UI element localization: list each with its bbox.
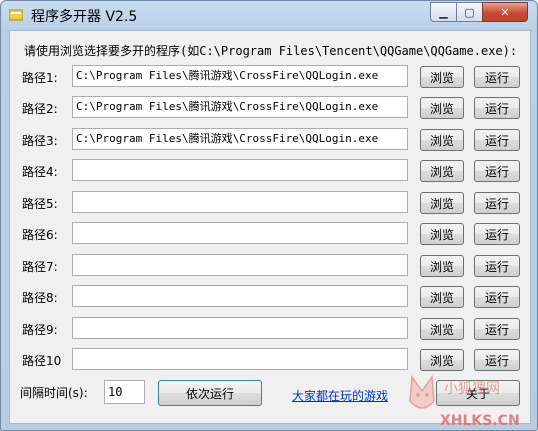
client-area: 请使用浏览选择要多开的程序(如C:\Program Files\Tencent\… — [9, 30, 531, 429]
run-button[interactable]: 运行 — [474, 286, 520, 308]
run-button[interactable]: 运行 — [474, 349, 520, 371]
app-window: 程序多开器 V2.5 ▁ ▢ ✕ 请使用浏览选择要多开的程序(如C:\Progr… — [0, 0, 538, 431]
path-input[interactable] — [72, 317, 408, 339]
path-row: 路径2: C:\Program Files\腾讯游戏\CrossFire\QQLo… — [10, 95, 530, 121]
run-button[interactable]: 运行 — [474, 223, 520, 245]
path-label: 路径2: — [22, 102, 58, 116]
path-label: 路径4: — [22, 165, 58, 179]
title-bar[interactable]: 程序多开器 V2.5 ▁ ▢ ✕ — [1, 1, 537, 30]
path-label: 路径8: — [22, 291, 58, 305]
path-row: 路径6: 浏览 运行 — [10, 221, 530, 247]
path-input[interactable] — [72, 191, 408, 213]
close-button[interactable]: ✕ — [482, 2, 528, 22]
maximize-button[interactable]: ▢ — [456, 2, 483, 22]
interval-label: 间隔时间(s): — [20, 386, 88, 400]
browse-button[interactable]: 浏览 — [420, 223, 464, 245]
instruction-text: 请使用浏览选择要多开的程序(如C:\Program Files\Tencent\… — [24, 44, 518, 58]
browse-button[interactable]: 浏览 — [420, 129, 464, 151]
app-icon — [9, 9, 23, 21]
path-input[interactable] — [72, 285, 408, 307]
path-label: 路径5: — [22, 197, 58, 211]
browse-button[interactable]: 浏览 — [420, 255, 464, 277]
run-button[interactable]: 运行 — [474, 97, 520, 119]
browse-button[interactable]: 浏览 — [420, 66, 464, 88]
browse-button[interactable]: 浏览 — [420, 318, 464, 340]
path-input[interactable] — [72, 159, 408, 181]
minimize-button[interactable]: ▁ — [430, 2, 457, 22]
run-button[interactable]: 运行 — [474, 192, 520, 214]
path-label: 路径6: — [22, 228, 58, 242]
path-label: 路径7: — [22, 260, 58, 274]
run-button[interactable]: 运行 — [474, 160, 520, 182]
about-button[interactable]: 关于 — [436, 380, 520, 406]
path-label: 路径9: — [22, 323, 58, 337]
path-row: 路径3: C:\Program Files\腾讯游戏\CrossFire\QQLo… — [10, 127, 530, 153]
run-button[interactable]: 运行 — [474, 129, 520, 151]
path-input[interactable] — [72, 254, 408, 276]
window-title: 程序多开器 V2.5 — [31, 9, 138, 25]
path-label: 路径1: — [22, 71, 58, 85]
path-row: 路径9: 浏览 运行 — [10, 316, 530, 342]
browse-button[interactable]: 浏览 — [420, 97, 464, 119]
path-label: 路径3: — [22, 134, 58, 148]
path-label: 路径10 — [22, 354, 62, 368]
path-row: 路径10 浏览 运行 — [10, 347, 530, 373]
path-input[interactable] — [72, 222, 408, 244]
path-row: 路径5: 浏览 运行 — [10, 190, 530, 216]
path-row: 路径1: C:\Program Files\腾讯游戏\CrossFire\QQLo… — [10, 64, 530, 90]
run-button[interactable]: 运行 — [474, 255, 520, 277]
browse-button[interactable]: 浏览 — [420, 192, 464, 214]
browse-button[interactable]: 浏览 — [420, 286, 464, 308]
popular-games-link[interactable]: 大家都在玩的游戏 — [292, 387, 388, 404]
path-row: 路径7: 浏览 运行 — [10, 253, 530, 279]
browse-button[interactable]: 浏览 — [420, 349, 464, 371]
sequential-run-button[interactable]: 依次运行 — [158, 380, 262, 406]
watermark-text: XHLKS.CN — [440, 413, 520, 429]
browse-button[interactable]: 浏览 — [420, 160, 464, 182]
run-button[interactable]: 运行 — [474, 318, 520, 340]
path-input[interactable]: C:\Program Files\腾讯游戏\CrossFire\QQLogin.… — [72, 96, 408, 118]
path-row: 路径4: 浏览 运行 — [10, 158, 530, 184]
interval-input[interactable]: 10 — [104, 380, 145, 404]
path-input[interactable]: C:\Program Files\腾讯游戏\CrossFire\QQLogin.… — [72, 65, 408, 87]
run-button[interactable]: 运行 — [474, 66, 520, 88]
path-row: 路径8: 浏览 运行 — [10, 284, 530, 310]
path-input[interactable]: C:\Program Files\腾讯游戏\CrossFire\QQLogin.… — [72, 128, 408, 150]
path-input[interactable] — [72, 348, 408, 370]
